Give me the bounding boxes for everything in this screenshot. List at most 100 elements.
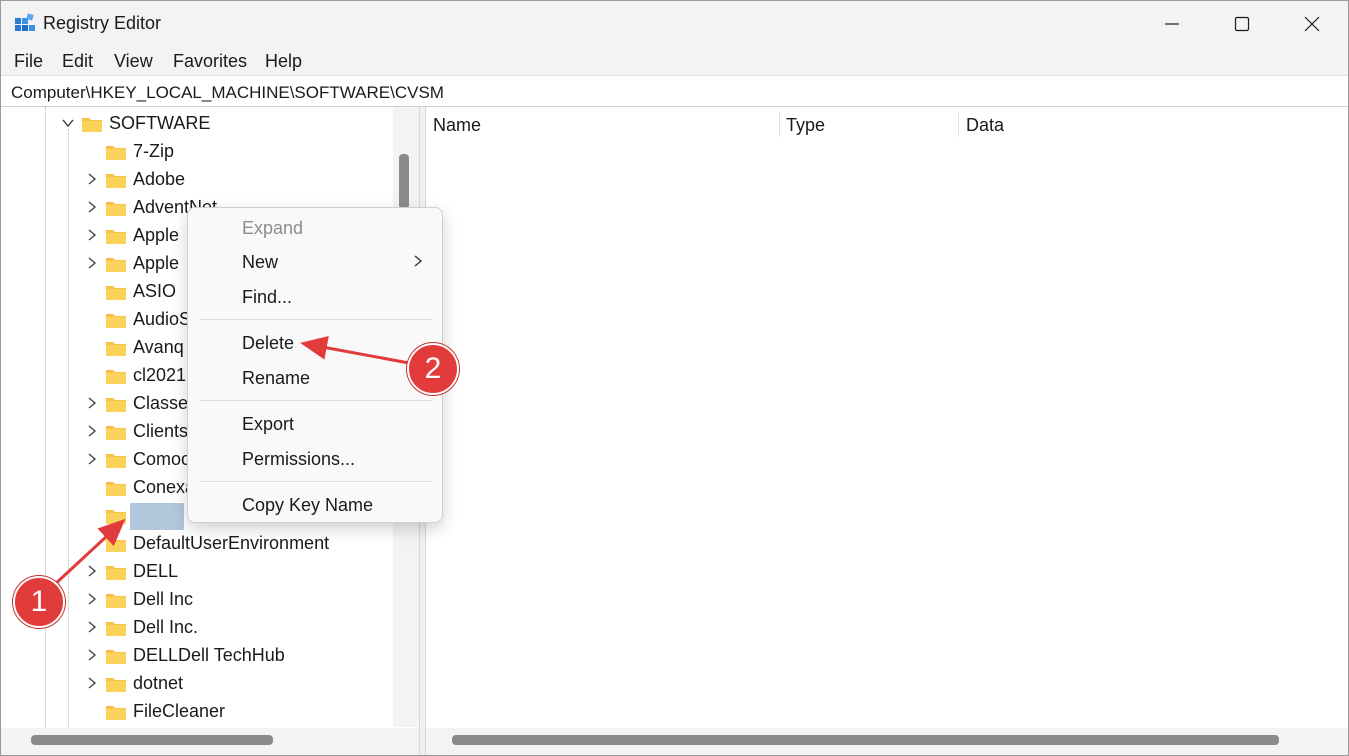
- menu-help[interactable]: Help: [265, 51, 302, 72]
- menu-item-copy-key-name[interactable]: Copy Key Name: [242, 495, 373, 516]
- menu-edit[interactable]: Edit: [62, 51, 93, 72]
- tree-node[interactable]: DELL: [85, 558, 385, 586]
- chevron-down-icon[interactable]: [61, 116, 75, 130]
- menu-item-permissions[interactable]: Permissions...: [242, 449, 355, 470]
- maximize-icon: [1234, 16, 1250, 32]
- folder-icon: [106, 622, 126, 636]
- tree-guide-line: [45, 107, 46, 727]
- window-title: Registry Editor: [43, 13, 162, 33]
- column-header-data[interactable]: Data: [966, 115, 1004, 136]
- column-divider[interactable]: [779, 111, 780, 137]
- list-horizontal-scroll-thumb[interactable]: [452, 735, 1279, 745]
- folder-icon: [82, 118, 102, 132]
- registry-editor-icon: [15, 13, 35, 31]
- chevron-right-icon[interactable]: [85, 200, 99, 214]
- tree-node[interactable]: FileCleaner: [85, 698, 385, 726]
- menu-item-export[interactable]: Export: [242, 414, 294, 435]
- chevron-right-icon[interactable]: [85, 564, 99, 578]
- tree-node[interactable]: Dell Inc.: [85, 614, 385, 642]
- folder-icon: [106, 314, 126, 328]
- tree-node-label: Dell Inc.: [133, 617, 199, 637]
- menu-favorites[interactable]: Favorites: [173, 51, 247, 72]
- tree-node-label: Apple: [133, 225, 180, 245]
- tree-node-label: 7-Zip: [133, 141, 175, 161]
- title-bar[interactable]: Registry Editor: [1, 1, 1348, 47]
- chevron-right-icon[interactable]: [85, 424, 99, 438]
- column-header-type[interactable]: Type: [786, 115, 825, 136]
- tree-node[interactable]: DefaultUserEnvironment: [85, 530, 385, 558]
- tree-node-label: AudioS: [133, 309, 192, 329]
- context-menu: Expand New Find... Delete Rename Export …: [187, 207, 443, 523]
- chevron-right-icon[interactable]: [85, 676, 99, 690]
- folder-icon: [106, 454, 126, 468]
- folder-icon: [106, 706, 126, 720]
- folder-icon: [106, 594, 126, 608]
- submenu-arrow-icon: [414, 255, 423, 267]
- tree-vertical-scroll-thumb[interactable]: [399, 154, 409, 209]
- annotation-badge-1: 1: [13, 576, 65, 628]
- folder-icon: [106, 482, 126, 496]
- folder-icon: [106, 202, 126, 216]
- tree-node-label: ASIO: [133, 281, 177, 301]
- chevron-right-icon[interactable]: [85, 648, 99, 662]
- tree-node-label: FileCleaner: [133, 701, 226, 721]
- maximize-button[interactable]: [1219, 1, 1265, 47]
- folder-icon: [106, 538, 126, 552]
- menu-item-new[interactable]: New: [242, 252, 278, 273]
- folder-icon: [106, 510, 126, 524]
- tree-node[interactable]: Dell Inc: [85, 586, 385, 614]
- column-divider[interactable]: [958, 111, 959, 137]
- tree-node-label: DefaultUserEnvironment: [133, 533, 330, 553]
- folder-icon: [106, 174, 126, 188]
- menu-item-expand: Expand: [242, 218, 304, 238]
- tree-node-software[interactable]: SOFTWARE: [61, 110, 261, 138]
- chevron-right-icon[interactable]: [85, 228, 99, 242]
- menu-item-delete[interactable]: Delete: [242, 333, 294, 354]
- folder-icon: [106, 370, 126, 384]
- minimize-button[interactable]: [1149, 1, 1195, 47]
- tree-node-label: Apple: [133, 253, 180, 273]
- chevron-right-icon[interactable]: [85, 592, 99, 606]
- menu-item-find[interactable]: Find...: [242, 287, 292, 308]
- folder-icon: [106, 230, 126, 244]
- folder-icon: [106, 678, 126, 692]
- menu-view[interactable]: View: [114, 51, 153, 72]
- folder-icon: [106, 426, 126, 440]
- chevron-right-icon[interactable]: [85, 172, 99, 186]
- folder-icon: [106, 342, 126, 356]
- menu-separator: [200, 481, 432, 482]
- column-header-name[interactable]: Name: [433, 115, 481, 136]
- tree-node-label: DELLDell TechHub: [133, 645, 285, 665]
- tree-node[interactable]: DELLDell TechHub: [85, 642, 385, 670]
- folder-icon: [106, 398, 126, 412]
- chevron-right-icon[interactable]: [85, 452, 99, 466]
- close-icon: [1304, 16, 1320, 32]
- tree-horizontal-scroll-thumb[interactable]: [31, 735, 273, 745]
- tree-node[interactable]: 7-Zip: [85, 138, 385, 166]
- tree-node-label: Adobe: [133, 169, 186, 189]
- minimize-icon: [1165, 23, 1179, 25]
- tree-node-label: DELL: [133, 561, 179, 581]
- tree-node[interactable]: dotnet: [85, 670, 385, 698]
- tree-node-label: dotnet: [133, 673, 184, 693]
- folder-icon: [106, 286, 126, 300]
- folder-icon: [106, 146, 126, 160]
- chevron-right-icon[interactable]: [85, 620, 99, 634]
- registry-editor-window: Registry Editor File Edit View Favorites…: [0, 0, 1349, 756]
- tree-node[interactable]: Adobe: [85, 166, 385, 194]
- menu-file[interactable]: File: [14, 51, 43, 72]
- tree-node-label: Avanq: [133, 337, 184, 357]
- address-path[interactable]: Computer\HKEY_LOCAL_MACHINE\SOFTWARE\CVS…: [11, 83, 444, 103]
- menu-item-rename[interactable]: Rename: [242, 368, 310, 389]
- chevron-right-icon[interactable]: [85, 256, 99, 270]
- menu-bar: File Edit View Favorites Help: [1, 47, 1348, 75]
- annotation-badge-2: 2: [407, 343, 459, 395]
- chevron-right-icon[interactable]: [85, 396, 99, 410]
- menu-separator: [200, 319, 432, 320]
- folder-icon: [106, 258, 126, 272]
- values-list-pane[interactable]: Name Type Data: [426, 107, 1348, 727]
- tree-node-label: cl2021: [133, 365, 187, 385]
- close-button[interactable]: [1289, 1, 1335, 47]
- folder-icon: [106, 650, 126, 664]
- address-bar[interactable]: Computer\HKEY_LOCAL_MACHINE\SOFTWARE\CVS…: [1, 75, 1348, 107]
